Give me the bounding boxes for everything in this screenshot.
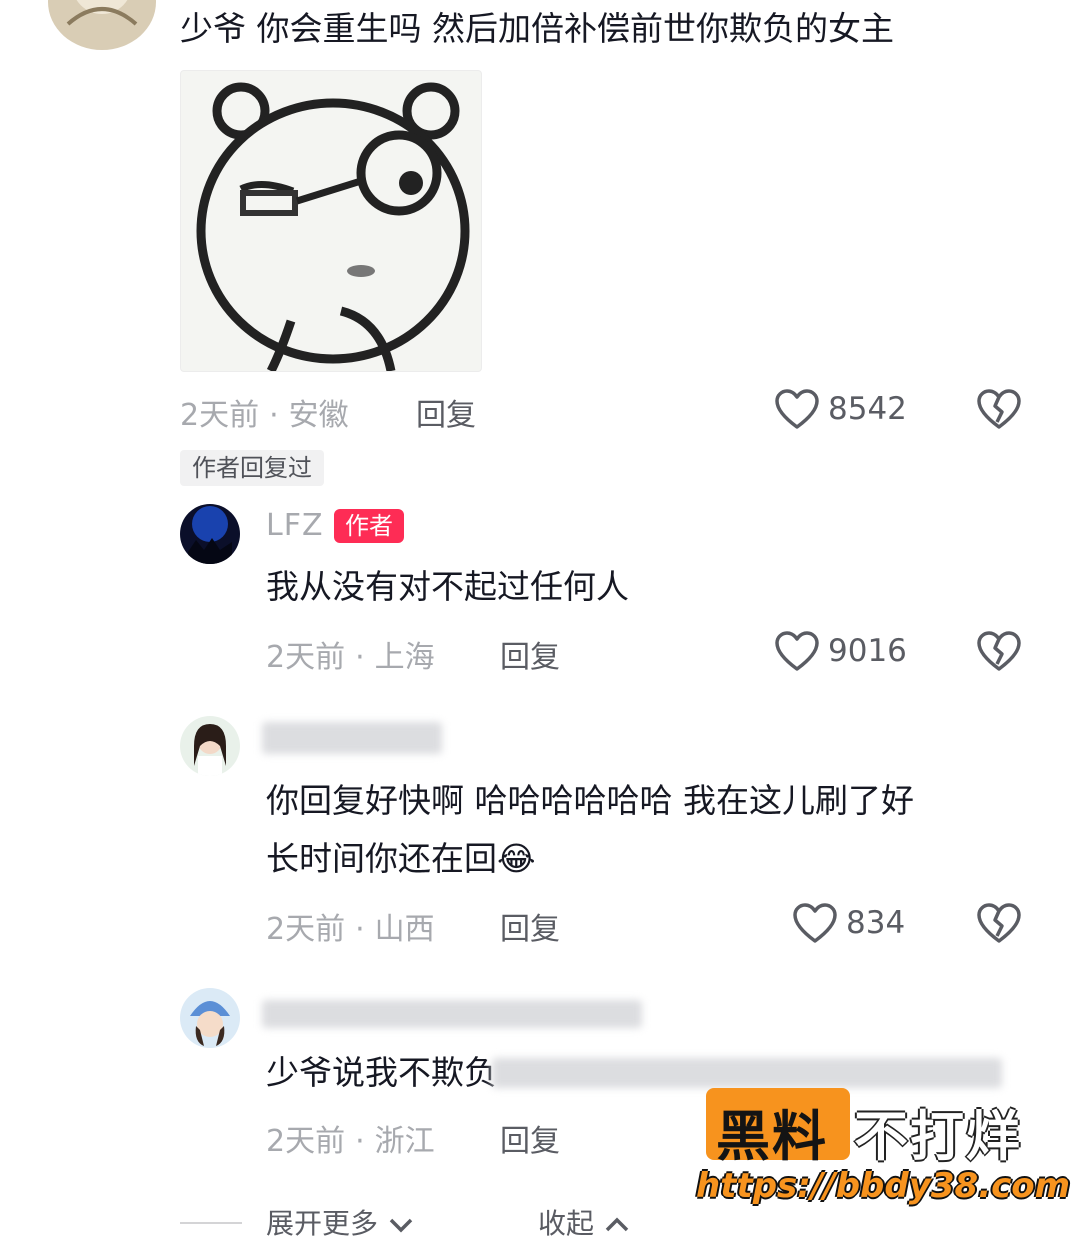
collapse-button[interactable]: 收起 [538, 1202, 631, 1242]
like-count: 834 [846, 905, 906, 941]
comment-text: 少爷 你会重生吗 然后加倍补偿前世你欺负的女主 [180, 9, 894, 48]
like-count: 9016 [828, 633, 907, 669]
sticker-image[interactable] [180, 70, 482, 372]
heart-icon [775, 389, 819, 429]
watermark-url: https://bbdy38.com [696, 1166, 1071, 1206]
heart-icon [775, 631, 819, 671]
like-button[interactable]: 8542 [774, 388, 907, 430]
broken-heart-icon[interactable] [976, 902, 1022, 944]
reply-button[interactable]: 回复 [500, 1116, 560, 1160]
redacted-text [492, 1058, 1002, 1088]
username[interactable]: LFZ [266, 508, 324, 543]
watermark-text: 不打烊 [854, 1105, 1022, 1168]
author-replied-tag: 作者回复过 [180, 450, 324, 486]
like-count: 8542 [828, 391, 907, 427]
avatar[interactable] [180, 716, 240, 776]
watermark-text: 黑料 [716, 1105, 828, 1168]
like-button[interactable]: 834 [792, 902, 905, 944]
comment-meta: 2天前 · 山西 [266, 912, 435, 947]
redacted-username [262, 1000, 642, 1028]
comment-meta: 2天前 · 上海 [266, 640, 435, 675]
comment-text: 我从没有对不起过任何人 [266, 567, 629, 606]
author-badge: 作者 [334, 509, 404, 543]
avatar[interactable] [48, 0, 156, 50]
chevron-up-icon [605, 1217, 629, 1232]
comment-text: 长时间你还在回😂 [266, 839, 536, 878]
laughing-crying-emoji-icon: 😂 [497, 839, 536, 878]
heart-icon [793, 903, 837, 943]
reply-button[interactable]: 回复 [500, 632, 560, 676]
broken-heart-icon[interactable] [976, 630, 1022, 672]
reply-button[interactable]: 回复 [416, 390, 476, 434]
reply-button[interactable]: 回复 [500, 904, 560, 948]
comment-text: 你回复好快啊 哈哈哈哈哈哈 我在这儿刷了好 [266, 781, 914, 820]
chevron-down-icon [389, 1218, 413, 1233]
divider [180, 1222, 242, 1224]
like-button[interactable]: 9016 [774, 630, 907, 672]
expand-more-button[interactable]: 展开更多 [266, 1202, 415, 1242]
avatar[interactable] [180, 504, 240, 564]
avatar[interactable] [180, 988, 240, 1048]
redacted-username [262, 722, 442, 754]
comment-text: 少爷说我不欺负 [266, 1053, 497, 1092]
comment-meta: 2天前 · 浙江 [266, 1124, 435, 1159]
comment-meta: 2天前 · 安徽 [180, 398, 349, 433]
broken-heart-icon[interactable] [976, 388, 1022, 430]
